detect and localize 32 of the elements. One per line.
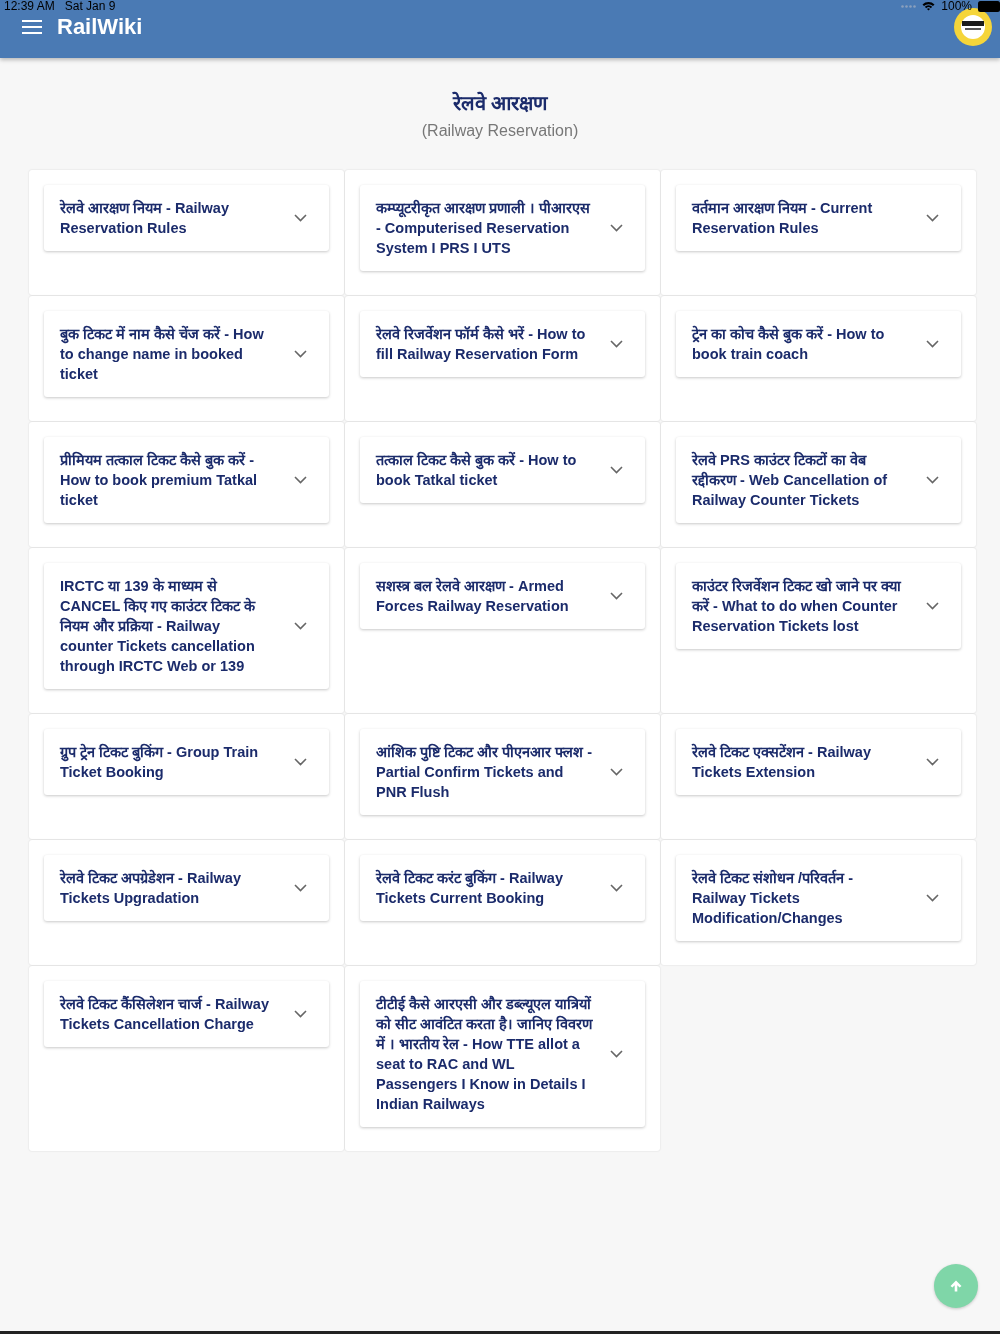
topic-accordion[interactable]: रेलवे PRS काउंटर टिकटों का वेब रद्दीकरण - Web Cancellation of Railway Counter Tickets xyxy=(676,437,961,523)
status-date: Sat Jan 9 xyxy=(64,0,116,12)
topic-accordion[interactable]: कम्प्यूटरीकृत आरक्षण प्रणाली । पीआरएस - Computerised Reservation System I PRS I UTS xyxy=(360,185,645,271)
topic-accordion[interactable]: बुक टिकट में नाम कैसे चेंज करें - How to change name in booked ticket xyxy=(44,311,329,397)
battery-percent: 100% xyxy=(941,0,972,12)
page-title: रेलवे आरक्षण xyxy=(451,90,549,116)
app-title: RailWiki xyxy=(57,13,143,41)
topic-accordion[interactable]: रेलवे टिकट अपग्रेडेशन - Railway Tickets Upgradation xyxy=(44,855,329,921)
status-time: 12:39 AM xyxy=(4,0,55,12)
battery-icon xyxy=(978,0,1000,12)
topic-accordion[interactable]: रेलवे टिकट संशोधन /परिवर्तन - Railway Tickets Modification/Changes xyxy=(676,855,961,941)
wifi-icon xyxy=(922,1,936,11)
topic-accordion[interactable]: रेलवे आरक्षण नियम - Railway Reservation Rules xyxy=(44,185,329,251)
signal-icon xyxy=(901,4,917,8)
logo-icon[interactable] xyxy=(954,8,992,46)
topic-accordion[interactable]: IRCTC या 139 के माध्यम से CANCEL किए गए काउंटर टिकट के नियम और प्रक्रिया - Railway counter Tickets cancellation through IRCTC Web or 139 xyxy=(44,563,329,689)
arrow-up-icon xyxy=(950,1280,962,1292)
topic-accordion[interactable]: रेलवे टिकट कैंसिलेशन चार्ज - Railway Tickets Cancellation Charge xyxy=(44,981,329,1047)
topic-accordion[interactable]: सशस्त्र बल रेलवे आरक्षण - Armed Forces Railway Reservation xyxy=(360,563,645,629)
topic-accordion[interactable]: रेलवे टिकट एक्सटेंशन - Railway Tickets Extension xyxy=(676,729,961,795)
topic-accordion[interactable]: वर्तमान आरक्षण नियम - Current Reservation Rules xyxy=(676,185,961,251)
topic-accordion[interactable]: टीटीई कैसे आरएसी और डब्ल्यूएल यात्रियों को सीट आवंटित करता है। जानिए विवरण में । भारतीय रेल - How TTE allot a seat to RAC and WL Passengers I Know in Details I Indian Railways xyxy=(360,981,645,1127)
page-subtitle: (Railway Reservation) xyxy=(420,121,580,141)
topic-accordion[interactable]: ग्रुप ट्रेन टिकट बुकिंग - Group Train Ticket Booking xyxy=(44,729,329,795)
topic-accordion[interactable]: काउंटर रिजर्वेशन टिकट खो जाने पर क्या करें - What to do when Counter Reservation Tickets lost xyxy=(676,563,961,649)
topic-accordion[interactable]: प्रीमियम तत्काल टिकट कैसे बुक करें - How to book premium Tatkal ticket xyxy=(44,437,329,523)
topic-accordion[interactable]: तत्काल टिकट कैसे बुक करें - How to book Tatkal ticket xyxy=(360,437,645,503)
menu-icon[interactable] xyxy=(22,20,42,34)
topic-accordion[interactable]: ट्रेन का कोच कैसे बुक करें - How to book train coach xyxy=(676,311,961,377)
topic-accordion[interactable]: रेलवे टिकट करंट बुकिंग - Railway Tickets Current Booking xyxy=(360,855,645,921)
topic-accordion[interactable]: आंशिक पुष्टि टिकट और पीएनआर फ्लश - Partial Confirm Tickets and PNR Flush xyxy=(360,729,645,815)
topic-accordion[interactable]: रेलवे रिजर्वेशन फॉर्म कैसे भरें - How to fill Railway Reservation Form xyxy=(360,311,645,377)
